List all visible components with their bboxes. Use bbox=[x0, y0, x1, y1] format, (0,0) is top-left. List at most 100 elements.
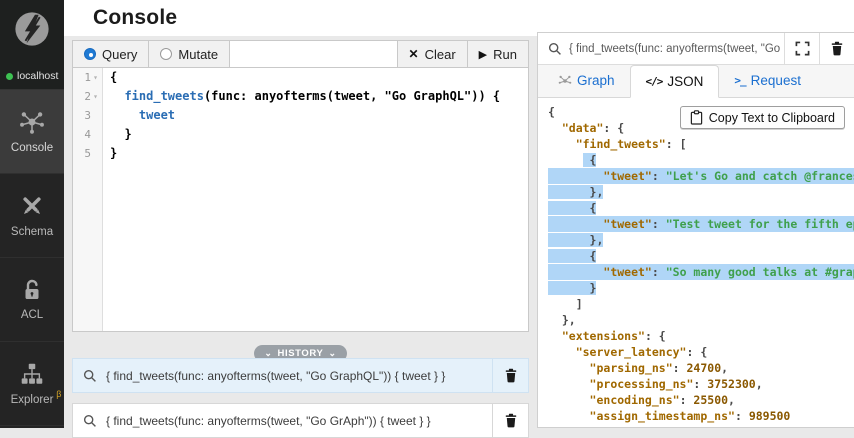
mutate-radio[interactable] bbox=[160, 48, 173, 60]
json-line: } bbox=[548, 281, 597, 295]
result-query-bar: { find_tweets(func: anyofterms(tweet, "G… bbox=[538, 33, 854, 65]
delete-history-button[interactable] bbox=[492, 359, 528, 392]
query-editor[interactable]: 1 ▾ 2 ▾ 3 4 5 { find_tweets(func: anyofterms(t… bbox=[73, 68, 528, 331]
json-response-area[interactable]: { "data": { "find_tweets": [ { "tweet": … bbox=[538, 98, 854, 427]
page-header: Console bbox=[64, 0, 854, 36]
beta-badge: β bbox=[56, 389, 62, 399]
lock-icon bbox=[20, 278, 44, 302]
sidebar: localhost Console Schema ACL Explorer β bbox=[0, 0, 64, 428]
search-icon bbox=[538, 33, 569, 64]
json-line: "processing_ns": 3752300, bbox=[589, 377, 763, 391]
json-line: "server_latency": { bbox=[575, 345, 708, 359]
tab-json[interactable]: </> JSON bbox=[629, 65, 720, 98]
json-line: "assign_timestamp_ns": 989500 bbox=[589, 409, 791, 423]
mutate-mode-option[interactable]: Mutate bbox=[149, 41, 231, 67]
history-item[interactable]: { find_tweets(func: anyofterms(tweet, "G… bbox=[72, 403, 529, 438]
schema-icon bbox=[19, 193, 45, 219]
history-query-text: { find_tweets(func: anyofterms(tweet, "G… bbox=[106, 413, 431, 428]
fold-arrow-icon[interactable]: ▾ bbox=[91, 92, 100, 101]
result-panel: { find_tweets(func: anyofterms(tweet, "G… bbox=[537, 32, 854, 428]
json-line: "extensions": { bbox=[561, 329, 666, 343]
query-panel: Query Mutate ✕ Clear ▶ Run 1 ▾ 2 ▾ 3 4 5 { fin… bbox=[72, 40, 529, 332]
query-mode-option[interactable]: Query bbox=[73, 41, 150, 67]
json-line: }, bbox=[548, 233, 604, 247]
sidebar-item-acl[interactable]: ACL bbox=[0, 258, 64, 342]
graph-icon bbox=[19, 109, 45, 135]
tab-label: Graph bbox=[577, 73, 615, 88]
json-line: { bbox=[548, 201, 597, 215]
history-list: { find_tweets(func: anyofterms(tweet, "G… bbox=[72, 358, 529, 438]
line-number: 3 bbox=[84, 109, 91, 122]
clear-x-icon: ✕ bbox=[408, 47, 419, 61]
tab-label: Request bbox=[750, 73, 801, 88]
sidebar-item-label: ACL bbox=[20, 309, 44, 321]
json-line: ] bbox=[548, 297, 583, 311]
editor-code[interactable]: { find_tweets(func: anyofterms(tweet, "G… bbox=[103, 68, 528, 331]
sidebar-item-label: Console bbox=[10, 142, 54, 154]
code-line: { bbox=[110, 70, 118, 84]
json-line: "tweet": "Let's Go and catch @francesc bbox=[548, 168, 854, 184]
line-number: 2 ▾ bbox=[73, 87, 102, 106]
search-icon bbox=[73, 404, 97, 437]
tab-request[interactable]: >_ Request bbox=[719, 64, 816, 97]
copy-to-clipboard-button[interactable]: Copy Text to Clipboard bbox=[679, 106, 845, 129]
code-line: tweet bbox=[138, 108, 176, 122]
delete-result-button[interactable] bbox=[819, 33, 854, 64]
history-query-text: { find_tweets(func: anyofterms(tweet, "G… bbox=[106, 368, 446, 383]
json-line: { bbox=[548, 249, 597, 263]
result-tabs: Graph </> JSON >_ Request bbox=[538, 65, 854, 98]
code-line: } bbox=[110, 127, 132, 141]
json-line: { bbox=[582, 153, 597, 167]
json-line: "find_tweets": [ bbox=[575, 137, 687, 151]
fullscreen-button[interactable] bbox=[784, 33, 819, 64]
history-item[interactable]: { find_tweets(func: anyofterms(tweet, "G… bbox=[72, 358, 529, 393]
run-button[interactable]: ▶ Run bbox=[466, 41, 528, 67]
editor-gutter: 1 ▾ 2 ▾ 3 4 5 bbox=[73, 68, 103, 331]
json-lines: { "data": { "find_tweets": [ { "tweet": … bbox=[548, 104, 854, 424]
server-block[interactable]: localhost bbox=[0, 0, 64, 90]
query-toolbar: Query Mutate ✕ Clear ▶ Run bbox=[73, 41, 528, 68]
json-line: }, bbox=[548, 185, 604, 199]
chevron-down-icon: ⌄ bbox=[328, 348, 337, 358]
clear-button[interactable]: ✕ Clear bbox=[396, 41, 467, 67]
line-number: 4 bbox=[84, 128, 91, 141]
code-icon: </> bbox=[645, 75, 664, 88]
copy-button-label: Copy Text to Clipboard bbox=[708, 110, 835, 125]
run-button-label: Run bbox=[493, 46, 517, 62]
sidebar-item-label: Explorer β bbox=[10, 389, 62, 406]
query-mode-label: Query bbox=[102, 46, 138, 62]
server-host-label: localhost bbox=[17, 70, 59, 82]
server-label: localhost bbox=[6, 70, 64, 82]
sitemap-icon bbox=[19, 361, 45, 387]
run-play-icon: ▶ bbox=[478, 48, 488, 61]
json-line: "tweet": "Test tweet for the fifth epis bbox=[548, 216, 854, 232]
terminal-icon: >_ bbox=[734, 74, 746, 87]
sidebar-item-label: Schema bbox=[10, 226, 54, 238]
search-icon bbox=[73, 359, 97, 392]
code-line: find_tweets(func: anyofterms(tweet, "Go … bbox=[124, 89, 501, 103]
server-status-dot bbox=[6, 72, 13, 80]
history-label: HISTORY bbox=[277, 347, 324, 359]
result-query-text[interactable]: { find_tweets(func: anyofterms(tweet, "G… bbox=[569, 33, 784, 64]
json-line: "tweet": "So many good talks at #grapho bbox=[548, 264, 854, 280]
sidebar-item-explorer[interactable]: Explorer β bbox=[0, 342, 64, 426]
graph-small-icon bbox=[558, 74, 572, 88]
line-number: 1 ▾ bbox=[73, 68, 102, 87]
clipboard-icon bbox=[690, 110, 703, 125]
dgraph-logo-icon bbox=[13, 10, 51, 48]
tab-label: JSON bbox=[667, 74, 704, 89]
line-number: 5 bbox=[84, 147, 91, 160]
page-title: Console bbox=[93, 6, 178, 29]
tab-graph[interactable]: Graph bbox=[543, 64, 630, 97]
json-line: }, bbox=[548, 313, 576, 327]
query-radio[interactable] bbox=[84, 48, 96, 60]
mutate-mode-label: Mutate bbox=[178, 46, 219, 62]
clear-button-label: Clear bbox=[424, 46, 456, 62]
sidebar-item-schema[interactable]: Schema bbox=[0, 174, 64, 258]
fold-arrow-icon[interactable]: ▾ bbox=[91, 73, 100, 82]
delete-history-button[interactable] bbox=[492, 404, 528, 437]
json-line: "encoding_ns": 25500, bbox=[589, 393, 735, 407]
chevron-down-icon: ⌄ bbox=[264, 348, 273, 358]
sidebar-item-console[interactable]: Console bbox=[0, 90, 64, 174]
json-line: "parsing_ns": 24700, bbox=[589, 361, 729, 375]
